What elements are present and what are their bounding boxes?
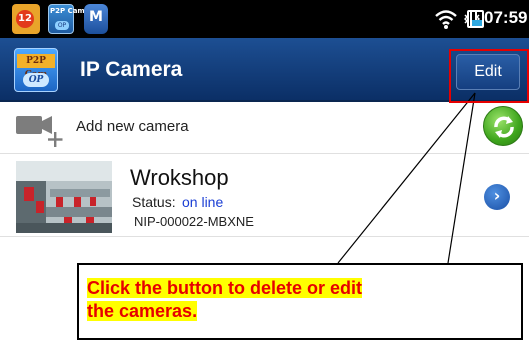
annotation-line-2: the cameras. <box>87 301 198 321</box>
annotation-text: Click the button to delete or edit the c… <box>87 277 467 323</box>
annotation-callout: Click the button to delete or edit the c… <box>77 263 523 340</box>
edit-button-highlight <box>449 49 529 103</box>
annotation-line-1: Click the button to delete or edit <box>87 278 363 298</box>
